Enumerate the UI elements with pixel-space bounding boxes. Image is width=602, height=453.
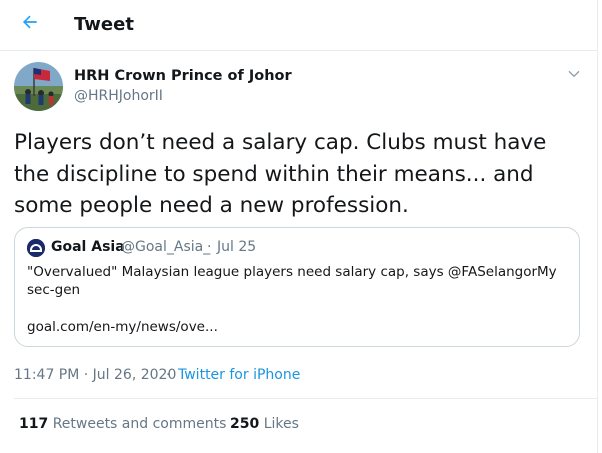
- tweet-text: Players don’t need a salary cap. Clubs m…: [14, 130, 547, 218]
- likes-stat[interactable]: 250 Likes: [230, 415, 299, 433]
- tweet-timestamp[interactable]: 11:47 PM · Jul 26, 2020: [14, 366, 176, 384]
- arrow-left-icon: [20, 12, 40, 36]
- retweets-label: Retweets and comments: [52, 416, 227, 432]
- quote-text: "Overvalued" Malaysian league players ne…: [27, 264, 557, 298]
- retweets-count: 117: [19, 416, 49, 432]
- retweets-stat[interactable]: 117 Retweets and comments: [19, 415, 226, 433]
- quote-separator: ·: [207, 239, 212, 255]
- column-border: [597, 0, 598, 453]
- author-handle: @HRHJohorII: [74, 88, 163, 104]
- page-title: Tweet: [74, 14, 134, 35]
- author-avatar[interactable]: [14, 62, 63, 111]
- stats-divider: [14, 398, 597, 399]
- quote-date: Jul 25: [217, 239, 257, 255]
- more-options-button[interactable]: [563, 64, 585, 86]
- quote-author-handle: @Goal_Asia_: [121, 239, 211, 255]
- chevron-down-icon: [567, 66, 581, 85]
- quoted-tweet-card[interactable]: Goal Asia @Goal_Asia_ · Jul 25 "Overvalu…: [14, 227, 580, 347]
- tweet-source-link[interactable]: Twitter for iPhone: [178, 366, 300, 384]
- quote-avatar: [27, 239, 45, 257]
- likes-label: Likes: [263, 416, 299, 432]
- tweet-page: Tweet HRH Crown Prince of Johor @HRHJoho…: [0, 0, 602, 453]
- meta-separator: ·: [166, 367, 171, 383]
- quote-link[interactable]: goal.com/en-my/news/ove...: [27, 318, 218, 336]
- likes-count: 250: [230, 416, 260, 432]
- quote-author-name: Goal Asia: [51, 239, 125, 255]
- page-header: Tweet: [0, 0, 597, 51]
- back-button[interactable]: [15, 9, 45, 39]
- author-name[interactable]: HRH Crown Prince of Johor: [74, 67, 292, 85]
